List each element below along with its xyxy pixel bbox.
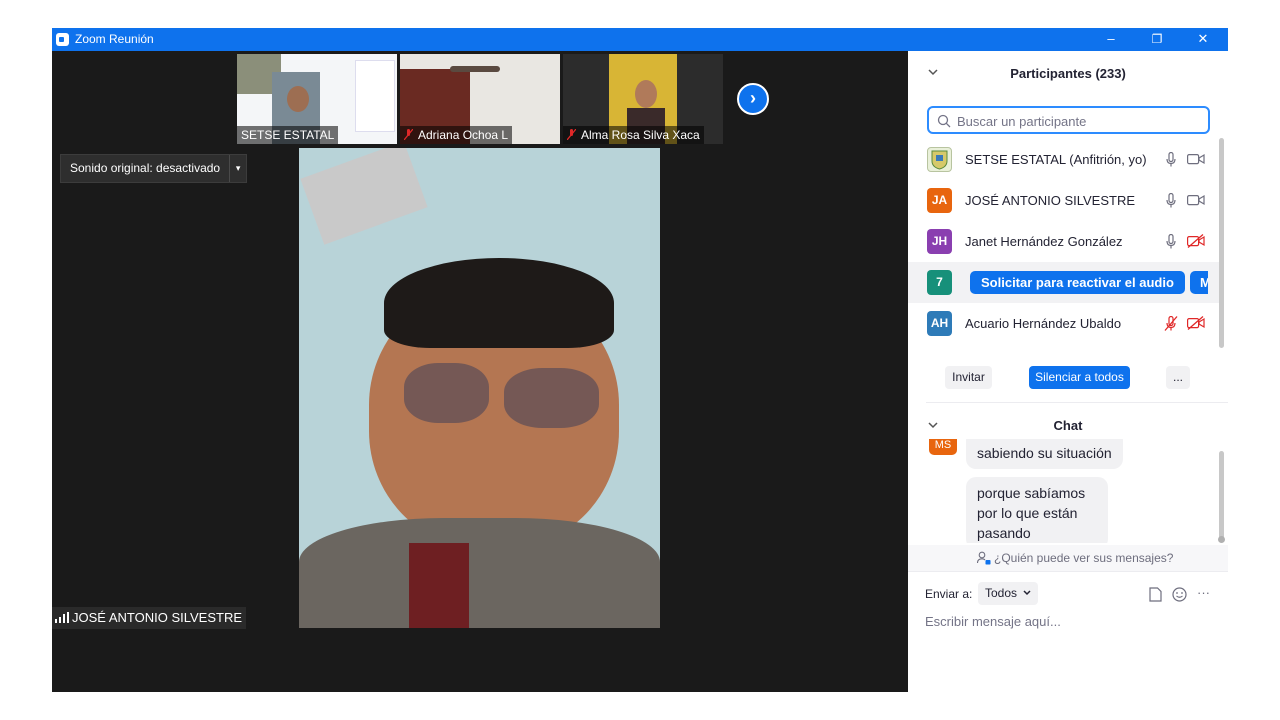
thumbnail-name: Adriana Ochoa L	[400, 126, 513, 144]
participant-name: JOSÉ ANTONIO SILVESTRE	[965, 193, 1136, 208]
ask-to-unmute-button[interactable]: Solicitar para reactivar el audio	[970, 271, 1185, 294]
next-page-button[interactable]: ›	[737, 83, 769, 115]
sunglasses	[404, 363, 489, 423]
signal-strength-icon	[55, 612, 69, 623]
avatar: JA	[927, 188, 952, 213]
chat-messages: MS sabiendo su situación porque sabíamos…	[908, 439, 1228, 543]
mic-muted-icon	[404, 129, 413, 140]
chat-input[interactable]: Escribir mensaje aquí...	[925, 614, 1061, 629]
original-sound-button[interactable]: Sonido original: desactivado ▾	[60, 154, 248, 183]
thumbnail-image	[635, 80, 657, 108]
mic-icon[interactable]	[1166, 193, 1176, 208]
chat-message: porque sabíamos por lo que están pasando	[966, 477, 1108, 543]
zoom-logo-icon	[56, 33, 69, 46]
mic-muted-icon	[567, 129, 576, 140]
mic-icon[interactable]	[1166, 234, 1176, 249]
video-off-icon[interactable]	[1187, 234, 1205, 248]
user-lock-icon	[977, 551, 991, 565]
sunglasses	[504, 368, 599, 428]
divider	[926, 402, 1228, 403]
privacy-notice[interactable]: ¿Quién puede ver sus mensajes?	[908, 545, 1228, 571]
video-camera-icon[interactable]	[1187, 152, 1205, 166]
chat-scrollbar[interactable]	[1219, 451, 1224, 540]
scroll-indicator	[1218, 536, 1225, 543]
active-speaker-video	[299, 148, 660, 628]
avatar: AH	[927, 311, 952, 336]
invite-button[interactable]: Invitar	[945, 366, 992, 389]
send-to-dropdown[interactable]: Todos	[978, 582, 1039, 605]
participants-scrollbar[interactable]	[1219, 138, 1224, 348]
mic-muted-icon[interactable]	[1164, 316, 1178, 331]
sender-avatar: MS	[929, 439, 957, 455]
participant-row[interactable]: AH Acuario Hernández Ubaldo	[908, 303, 1220, 344]
chat-header: Chat	[1053, 418, 1083, 433]
participant-row[interactable]: JH Janet Hernández González	[908, 221, 1220, 262]
emoji-icon[interactable]	[1172, 587, 1187, 602]
participant-name: Acuario Hernández Ubaldo	[965, 316, 1122, 331]
avatar: JH	[927, 229, 952, 254]
video-off-icon[interactable]	[1187, 316, 1205, 330]
thumbnail-image	[287, 86, 309, 112]
thumbnail-name: Alma Rosa Silva Xaca	[563, 126, 704, 144]
shared-screen	[355, 60, 395, 132]
close-button[interactable]: ✕	[1180, 28, 1226, 51]
participants-panel: Participantes (233) SETSE ESTATAL (Anfit…	[908, 51, 1228, 692]
avatar: 7	[927, 270, 952, 295]
chat-message: sabiendo su situación	[966, 439, 1123, 469]
participant-row[interactable]: SETSE ESTATAL (Anfitrión, yo)	[908, 139, 1220, 180]
title-bar: Zoom Reunión – ❐ ✕	[52, 28, 1228, 51]
divider	[908, 571, 1228, 572]
mic-icon[interactable]	[1166, 152, 1176, 167]
thumbnail-name: SETSE ESTATAL	[237, 126, 339, 144]
participant-name: SETSE ESTATAL (Anfitrión, yo)	[965, 152, 1147, 167]
participant-row[interactable]: 7 Solicitar para reactivar el audio M	[908, 262, 1220, 303]
original-sound-label: Sonido original: desactivado	[70, 161, 221, 175]
video-area: SETSE ESTATAL Adriana Ochoa L Alma Rosa …	[52, 51, 908, 692]
restore-button[interactable]: ❐	[1134, 28, 1180, 51]
more-button[interactable]: ...	[1166, 366, 1190, 389]
participant-row[interactable]: JA JOSÉ ANTONIO SILVESTRE	[908, 180, 1220, 221]
shield-logo-icon	[931, 150, 948, 170]
hair	[384, 258, 614, 348]
search-input[interactable]	[955, 111, 1199, 131]
video-thumbnail[interactable]: Alma Rosa Silva Xaca	[563, 54, 723, 144]
chevron-down-icon[interactable]: ▾	[229, 155, 246, 182]
shirt	[299, 518, 660, 628]
active-speaker-label: JOSÉ ANTONIO SILVESTRE	[52, 607, 247, 629]
participant-name: Janet Hernández González	[965, 234, 1123, 249]
participants-header: Participantes (233)	[1010, 66, 1126, 81]
video-thumbnail[interactable]: SETSE ESTATAL	[237, 54, 397, 144]
window-title: Zoom Reunión	[75, 32, 154, 46]
ceiling-fan	[450, 66, 500, 72]
avatar	[927, 147, 952, 172]
search-participant-field[interactable]	[927, 106, 1210, 134]
shirt-collar	[409, 543, 469, 628]
more-options-icon[interactable]: ···	[1197, 585, 1210, 600]
file-icon[interactable]	[1149, 587, 1162, 602]
search-icon	[937, 114, 951, 128]
video-camera-icon[interactable]	[1187, 193, 1205, 207]
video-thumbnail[interactable]: Adriana Ochoa L	[400, 54, 560, 144]
more-options-button[interactable]: M	[1190, 271, 1208, 294]
chevron-down-icon	[1023, 590, 1031, 596]
minimize-button[interactable]: –	[1088, 28, 1134, 51]
mute-all-button[interactable]: Silenciar a todos	[1029, 366, 1130, 389]
send-to-label: Enviar a:	[925, 587, 973, 601]
